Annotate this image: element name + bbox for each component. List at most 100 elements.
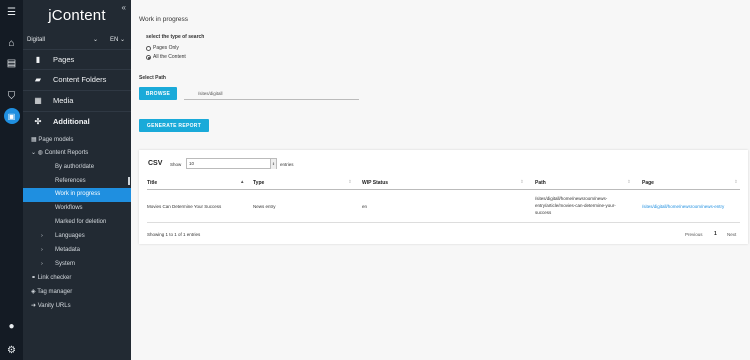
sidebar-item-workflows[interactable]: Workflows (23, 202, 131, 216)
cell-wip-status: en (362, 204, 368, 209)
sidebar-item-label: References (55, 178, 86, 184)
nav-media-label: Media (53, 95, 74, 105)
entries-label: entries (280, 162, 294, 167)
sort-asc-icon: ▲ (240, 179, 245, 184)
chevron-down-icon: ⌄ (118, 37, 126, 43)
csv-export-button[interactable]: CSV (148, 160, 162, 167)
media-icon: ▦ (34, 95, 42, 105)
sidebar-item-label: By author/date (55, 164, 95, 170)
nav-additional[interactable]: ✣ Additional (23, 111, 131, 130)
radio-button[interactable] (146, 45, 151, 51)
generate-report-button[interactable]: GENERATE REPORT (139, 119, 209, 132)
site-selector[interactable]: Digitall ⌄ (23, 33, 104, 47)
sidebar-item-references[interactable]: References (23, 175, 131, 189)
sidebar-item-work-in-progress[interactable]: Work in progress (23, 188, 131, 202)
sidebar-item-label: Languages (55, 233, 85, 239)
app-logo: jContent (48, 7, 106, 24)
sidebar-item-page-models[interactable]: ▦ Page models (23, 134, 131, 148)
page-title: Work in progress (139, 16, 189, 23)
sidebar-item-label: Work in progress (55, 191, 101, 197)
column-header-type[interactable]: Type (253, 180, 264, 186)
link-icon: ⚭ (31, 275, 38, 281)
nav-additional-label: Additional (53, 116, 90, 126)
radio-all-content[interactable]: All the Content (146, 54, 186, 60)
nav-pages[interactable]: ▮ Pages (23, 49, 131, 68)
cell-title: Movies Can Determine Your Success (147, 204, 222, 209)
clipboard-icon[interactable]: ▤ (0, 53, 23, 73)
column-header-path[interactable]: Path (535, 180, 546, 186)
report-icon: ◍ (37, 150, 45, 156)
sidebar-item-label: System (55, 261, 76, 267)
nav-pages-label: Pages (53, 54, 75, 64)
pagination-previous[interactable]: Previous (685, 232, 703, 237)
cell-path-line2: entry/article/movies-can-determine-your- (535, 203, 616, 208)
nav-media[interactable]: ▦ Media (23, 90, 131, 109)
column-header-title[interactable]: Title (147, 180, 157, 186)
sidebar-item-by-author-date[interactable]: By author/date (23, 161, 131, 175)
nav-content-folders[interactable]: ▰ Content Folders (23, 69, 131, 88)
sidebar-item-vanity-urls[interactable]: ➜ Vanity URLs (23, 300, 131, 314)
path-label: Select Path (139, 75, 166, 81)
collapse-sidebar-button[interactable]: « (122, 3, 126, 12)
sidebar-item-label: Marked for deletion (55, 219, 107, 225)
chevron-right-icon: › (41, 233, 43, 239)
radio-label: All the Content (153, 54, 186, 60)
cell-path-line3: success (535, 210, 552, 215)
select-arrows-icon: ⇕ (270, 159, 276, 169)
sidebar-item-marked-for-deletion[interactable]: Marked for deletion (23, 216, 131, 230)
results-table-card: CSV Show 10 ⇕ entries Title ▲ Type ⇕ WIP … (139, 150, 748, 244)
cell-path-line1: /sites/digitall/home/newsroom/news- (535, 196, 608, 201)
column-header-wip-status[interactable]: WIP Status (362, 180, 388, 186)
sidebar-item-label: Page models (38, 137, 74, 143)
puzzle-icon: ✣ (34, 116, 42, 126)
sidebar-item-label: Metadata (55, 247, 81, 253)
show-label: Show (170, 162, 182, 167)
gear-icon[interactable]: ⚙ (0, 340, 23, 360)
sidebar: jContent « Digitall ⌄ EN ⌄ ▮ Pages ▰ Conten… (23, 0, 131, 360)
chevron-right-icon: › (41, 261, 43, 267)
sort-icon: ⇕ (627, 179, 631, 184)
table-info: Showing 1 to 1 of 1 entries (147, 232, 201, 237)
chevron-right-icon: › (41, 247, 43, 253)
page-size-value: 10 (189, 161, 195, 166)
pagination-next[interactable]: Next (727, 232, 736, 237)
sidebar-item-link-checker[interactable]: ⚭ Link checker (23, 272, 131, 286)
radio-label: Pages Only (153, 45, 179, 51)
radio-pages-only[interactable]: Pages Only (146, 45, 179, 51)
nav-content-folders-label: Content Folders (53, 74, 107, 84)
sort-icon: ⇕ (734, 179, 738, 184)
header-divider (147, 189, 740, 190)
page-icon: ▮ (35, 54, 41, 64)
main-content: Work in progress select the type of sear… (131, 0, 750, 360)
pagination-page[interactable]: 1 (714, 231, 717, 237)
radio-button[interactable] (146, 54, 151, 60)
sidebar-item-tag-manager[interactable]: ◈ Tag manager (23, 286, 131, 300)
site-label: Digitall (27, 37, 46, 43)
chevron-down-icon: ⌄ (31, 150, 38, 156)
sidebar-item-metadata[interactable]: › Metadata (23, 244, 131, 258)
scrollbar-thumb[interactable] (128, 177, 130, 185)
cell-page-link[interactable]: /sites/digitall/home/newsroom/news-entry (642, 203, 724, 210)
page-size-select[interactable]: 10 ⇕ (186, 158, 277, 169)
user-icon[interactable]: ● (0, 316, 23, 336)
sort-icon: ⇕ (348, 179, 352, 184)
shield-icon[interactable]: ⛉ (0, 86, 23, 106)
sidebar-item-label: Workflows (55, 205, 83, 211)
browse-button[interactable]: BROWSE (139, 87, 177, 100)
search-type-label: select the type of search (146, 34, 205, 40)
folder-icon: ▰ (34, 74, 42, 84)
cell-type: News entry (253, 204, 276, 209)
home-icon[interactable]: ⌂ (0, 33, 23, 53)
sidebar-item-content-reports[interactable]: ⌄ ◍ Content Reports (23, 147, 131, 161)
menu-icon[interactable]: ☰ (0, 2, 23, 22)
language-selector[interactable]: EN ⌄ (107, 33, 131, 47)
content-editor-icon[interactable]: ▣ (0, 106, 23, 126)
sidebar-item-system[interactable]: › System (23, 258, 131, 272)
row-divider (147, 222, 740, 223)
sidebar-item-languages[interactable]: › Languages (23, 230, 131, 244)
sidebar-item-label: Tag manager (37, 289, 73, 295)
column-header-page[interactable]: Page (642, 180, 654, 186)
arrow-icon: ➜ (31, 303, 38, 309)
path-field[interactable]: /sites/digitall (184, 89, 359, 100)
chevron-down-icon: ⌄ (92, 37, 98, 43)
